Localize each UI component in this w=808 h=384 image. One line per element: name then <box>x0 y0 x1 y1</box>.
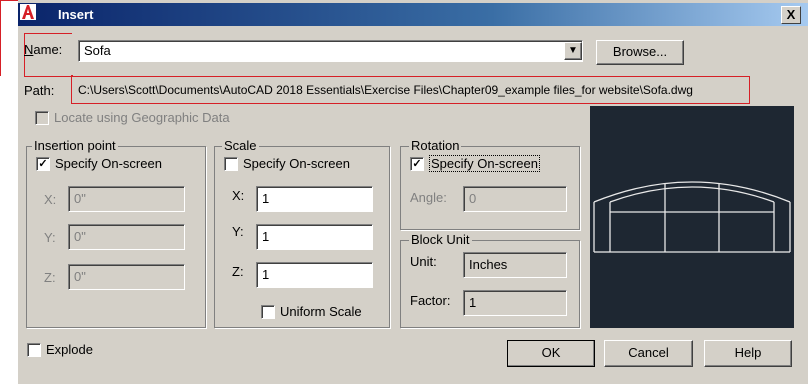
annotation-line <box>0 0 18 1</box>
explode-label: Explode <box>46 342 93 357</box>
scale-y-value: 1 <box>262 229 270 244</box>
block-unit-label: Unit: <box>410 254 437 269</box>
insertion-specify-label: Specify On-screen <box>55 156 162 171</box>
insertion-x-value: 0" <box>74 191 86 206</box>
name-value: Sofa <box>84 43 111 58</box>
block-unit-value: Inches <box>469 257 508 272</box>
rotation-angle-label: Angle: <box>410 190 447 205</box>
ok-label: OK <box>541 345 561 360</box>
scale-x-field[interactable]: 1 <box>256 186 373 212</box>
rotation-specify-checkbox[interactable]: ✓ <box>410 157 424 171</box>
path-value: C:\Users\Scott\Documents\AutoCAD 2018 Es… <box>78 83 693 97</box>
insertion-y-value: 0" <box>74 229 86 244</box>
uniform-scale-label: Uniform Scale <box>280 304 362 319</box>
insertion-y-field[interactable]: 0" <box>68 224 185 250</box>
title-bar[interactable]: Insert <box>18 3 808 26</box>
insertion-z-value: 0" <box>74 269 86 284</box>
browse-label: Browse... <box>612 44 668 59</box>
scale-title: Scale <box>222 138 259 153</box>
window-title: Insert <box>58 7 94 22</box>
block-factor-value: 1 <box>469 295 477 310</box>
block-unit-title: Block Unit <box>409 232 472 247</box>
name-dropdown-button[interactable]: ▼ <box>564 42 582 60</box>
block-factor-field: 1 <box>463 290 567 316</box>
rotation-specify-label: Specify On-screen <box>429 155 540 172</box>
block-unit-field: Inches <box>463 252 567 278</box>
cancel-label: Cancel <box>628 345 669 360</box>
rotation-angle-field[interactable]: 0 <box>463 186 567 212</box>
block-factor-label: Factor: <box>410 293 451 308</box>
scale-z-label: Z: <box>232 264 244 279</box>
autocad-logo-icon <box>20 4 36 20</box>
help-label: Help <box>734 345 762 360</box>
geo-label: Locate using Geographic Data <box>54 110 230 125</box>
insertion-specify-checkbox[interactable]: ✓ <box>36 157 50 171</box>
name-label: Name: <box>24 42 63 57</box>
insertion-z-field[interactable]: 0" <box>68 264 185 290</box>
scale-z-value: 1 <box>262 267 270 282</box>
chevron-down-icon: ▼ <box>568 45 578 56</box>
geo-checkbox[interactable] <box>35 111 49 125</box>
insertion-y-label: Y: <box>44 230 56 245</box>
scale-y-field[interactable]: 1 <box>256 224 373 250</box>
scale-specify-label: Specify On-screen <box>243 156 350 171</box>
cancel-button[interactable]: Cancel <box>604 340 693 367</box>
scale-z-field[interactable]: 1 <box>256 262 373 288</box>
uniform-scale-checkbox[interactable] <box>261 305 275 319</box>
check-icon: ✓ <box>412 158 422 170</box>
name-combobox[interactable]: Sofa <box>78 40 583 62</box>
scale-specify-checkbox[interactable] <box>224 157 238 171</box>
annotation-line <box>0 0 1 76</box>
close-button[interactable]: X <box>781 6 801 24</box>
insertion-point-title: Insertion point <box>32 138 118 153</box>
scale-x-label: X: <box>232 188 245 203</box>
rotation-title: Rotation <box>409 138 462 153</box>
explode-checkbox[interactable] <box>27 343 41 357</box>
insertion-z-label: Z: <box>44 270 56 285</box>
path-label: Path: <box>24 83 55 98</box>
scale-x-value: 1 <box>262 191 270 206</box>
scale-y-label: Y: <box>232 224 244 239</box>
check-icon: ✓ <box>38 158 48 170</box>
help-button[interactable]: Help <box>704 340 792 367</box>
insertion-x-label: X: <box>44 192 57 207</box>
browse-button[interactable]: Browse... <box>596 40 684 65</box>
sofa-preview-icon <box>593 181 791 253</box>
ok-button[interactable]: OK <box>507 340 595 367</box>
rotation-angle-value: 0 <box>469 191 477 206</box>
insertion-x-field[interactable]: 0" <box>68 186 185 212</box>
block-preview <box>590 106 794 328</box>
